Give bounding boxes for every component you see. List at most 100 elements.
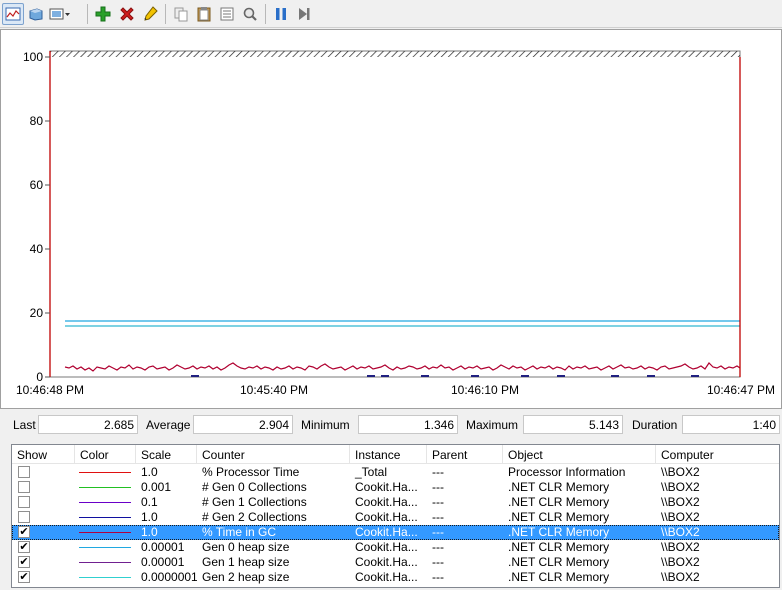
change-graph-type-icon [49, 8, 70, 20]
scale-cell: 1.0 [141, 510, 158, 524]
show-checkbox[interactable]: ✔ [18, 571, 30, 583]
counter-cell: Gen 2 heap size [202, 570, 290, 584]
show-checkbox[interactable] [18, 511, 30, 523]
show-checkbox[interactable] [18, 481, 30, 493]
color-swatch [79, 532, 131, 533]
statistics-bar: Last 2.685 Average 2.904 Minimum 1.346 M… [0, 412, 782, 436]
view-graph-icon [5, 7, 21, 21]
color-swatch [79, 577, 131, 578]
object-cell: .NET CLR Memory [508, 540, 610, 554]
instance-cell: Cookit.Ha... [355, 555, 418, 569]
y-tick-label: 40 [30, 242, 44, 256]
parent-cell: --- [432, 510, 444, 524]
plot-area [49, 50, 741, 378]
scale-cell: 0.001 [141, 480, 172, 494]
last-value: 2.685 [38, 415, 138, 434]
maximum-value: 5.143 [523, 415, 623, 434]
parent-cell: --- [432, 465, 444, 479]
delete-counter-button[interactable] [116, 3, 138, 25]
counter-list[interactable]: Show Color Scale Counter Instance Parent… [11, 444, 780, 588]
column-header-instance[interactable]: Instance [350, 445, 427, 464]
copy-properties-button[interactable] [170, 3, 192, 25]
duration-label: Duration [632, 418, 678, 432]
view-histogram-icon [29, 8, 43, 21]
computer-cell: \\BOX2 [661, 525, 700, 539]
scale-cell: 1.0 [141, 525, 158, 539]
y-tick-label: 60 [30, 178, 44, 192]
computer-cell: \\BOX2 [661, 510, 700, 524]
column-header-scale[interactable]: Scale [136, 445, 197, 464]
column-header-computer[interactable]: Computer [656, 445, 779, 464]
x-tick-label: 10:46:47 PM [707, 383, 775, 397]
table-row[interactable]: ✔ 0.0000001 Gen 2 heap size Cookit.Ha... ---… [12, 570, 779, 585]
color-swatch [79, 502, 131, 503]
object-cell: .NET CLR Memory [508, 480, 610, 494]
minimum-label: Minimum [301, 418, 350, 432]
computer-cell: \\BOX2 [661, 480, 700, 494]
table-row[interactable]: ✔ 0.00001 Gen 0 heap size Cookit.Ha... --- .N… [12, 540, 779, 555]
column-header-object[interactable]: Object [503, 445, 656, 464]
update-data-icon [299, 8, 310, 20]
instance-cell: Cookit.Ha... [355, 480, 418, 494]
instance-cell: Cookit.Ha... [355, 570, 418, 584]
scale-cell: 0.00001 [141, 555, 185, 569]
object-cell: .NET CLR Memory [508, 525, 610, 539]
column-header-color[interactable]: Color [75, 445, 136, 464]
change-graph-type-button[interactable] [49, 3, 71, 25]
table-row[interactable]: 0.1 # Gen 1 Collections Cookit.Ha... --- .NE… [12, 495, 779, 510]
object-cell: .NET CLR Memory [508, 510, 610, 524]
highlight-button[interactable] [139, 3, 161, 25]
color-swatch [79, 547, 131, 548]
table-row[interactable]: ✔ 0.00001 Gen 1 heap size Cookit.Ha... --- .N… [12, 555, 779, 570]
object-cell: .NET CLR Memory [508, 570, 610, 584]
average-label: Average [146, 418, 191, 432]
view-histogram-button[interactable] [25, 3, 47, 25]
table-row[interactable]: ✔ 1.0 % Time in GC Cookit.Ha... --- .NET CLR … [12, 525, 779, 540]
color-swatch [79, 517, 131, 518]
counter-cell: # Gen 1 Collections [202, 495, 307, 509]
add-counter-button[interactable] [92, 3, 114, 25]
computer-cell: \\BOX2 [661, 540, 700, 554]
show-checkbox[interactable]: ✔ [18, 526, 30, 538]
column-header-parent[interactable]: Parent [427, 445, 503, 464]
scale-cell: 1.0 [141, 465, 158, 479]
column-header-show[interactable]: Show [12, 445, 75, 464]
average-value: 2.904 [193, 415, 293, 434]
performance-graph: 100 80 60 40 20 0 10:46:48 PM 10:45:40 P… [0, 29, 782, 409]
color-swatch [79, 562, 131, 563]
counter-cell: % Processor Time [202, 465, 300, 479]
color-swatch [79, 487, 131, 488]
x-tick-label: 10:46:10 PM [451, 383, 519, 397]
graph-canvas: 100 80 60 40 20 0 10:46:48 PM 10:45:40 P… [16, 50, 775, 397]
counter-cell: Gen 1 heap size [202, 555, 290, 569]
counter-cell: Gen 0 heap size [202, 540, 290, 554]
counter-cell: % Time in GC [202, 525, 277, 539]
last-label: Last [13, 418, 36, 432]
table-row[interactable]: 1.0 % Processor Time _Total --- Processor In… [12, 465, 779, 480]
table-row[interactable]: 0.001 # Gen 0 Collections Cookit.Ha... ---.… [12, 480, 779, 495]
show-checkbox[interactable]: ✔ [18, 541, 30, 553]
show-checkbox[interactable] [18, 496, 30, 508]
counter-list-header: Show Color Scale Counter Instance Parent… [12, 445, 779, 464]
zoom-button[interactable] [239, 3, 261, 25]
toolbar [0, 0, 782, 28]
update-data-button[interactable] [293, 3, 315, 25]
paste-counter-list-button[interactable] [193, 3, 215, 25]
parent-cell: --- [432, 570, 444, 584]
freeze-display-button[interactable] [270, 3, 292, 25]
instance-cell: _Total [355, 465, 388, 479]
parent-cell: --- [432, 525, 444, 539]
view-graph-button[interactable] [2, 3, 24, 25]
table-row[interactable]: 1.0 # Gen 2 Collections Cookit.Ha... --- .NE… [12, 510, 779, 525]
column-header-counter[interactable]: Counter [197, 445, 350, 464]
parent-cell: --- [432, 495, 444, 509]
properties-button[interactable] [216, 3, 238, 25]
scale-cell: 0.00001 [141, 540, 185, 554]
color-swatch [79, 472, 131, 473]
freeze-display-icon [276, 8, 286, 20]
properties-icon [220, 7, 234, 21]
instance-cell: Cookit.Ha... [355, 495, 418, 509]
show-checkbox[interactable]: ✔ [18, 556, 30, 568]
show-checkbox[interactable] [18, 466, 30, 478]
y-tick-label: 0 [36, 370, 43, 384]
